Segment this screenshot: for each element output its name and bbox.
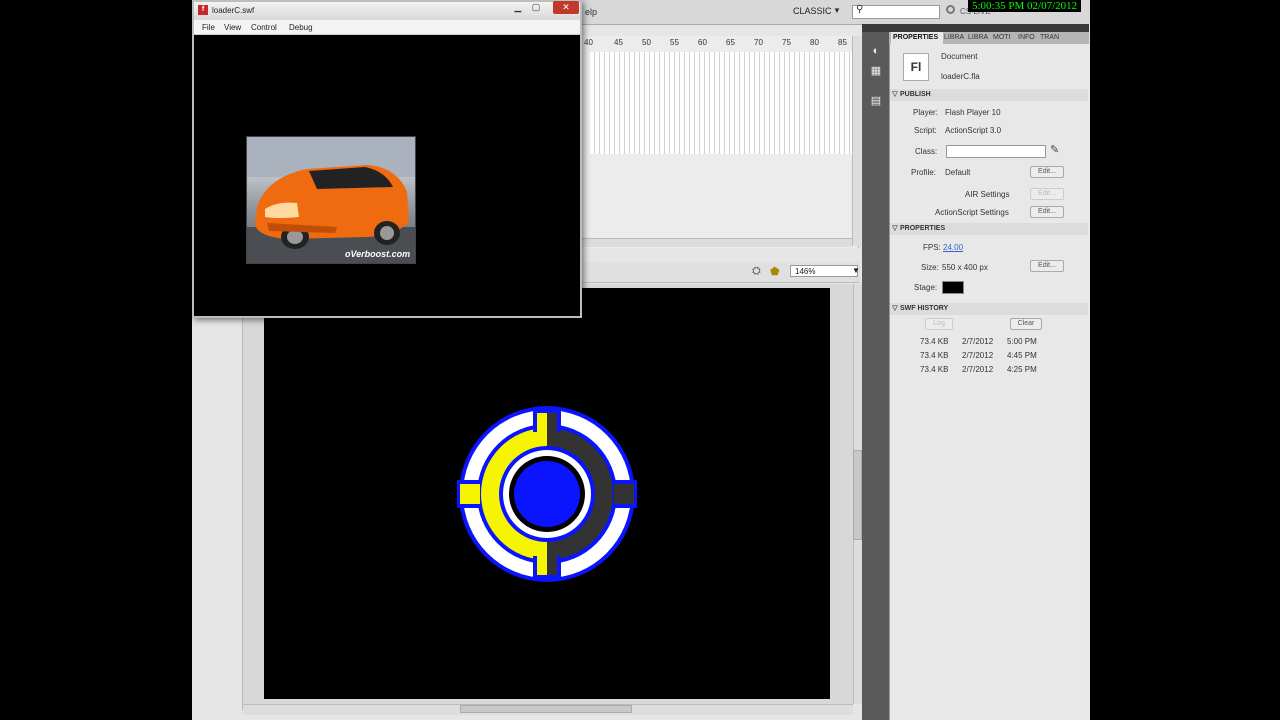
history-size: 73.4 KB — [920, 337, 949, 346]
stage-label: Stage: — [914, 283, 938, 292]
timeline-frames-grid[interactable] — [590, 52, 852, 154]
minimize-icon[interactable]: ▁ — [511, 2, 525, 13]
edit-scene-icon[interactable]: ⬟ — [770, 265, 780, 278]
chevron-down-icon: ▽ — [892, 91, 898, 98]
history-date: 2/7/2012 — [962, 365, 994, 374]
player-value: Flash Player 10 — [945, 108, 1001, 117]
air-settings-edit-button[interactable]: Edit... — [1030, 188, 1064, 200]
document-icon: Fl — [903, 53, 929, 81]
scrollbar-thumb[interactable] — [853, 450, 862, 540]
as-settings-label: ActionScript Settings — [935, 208, 1009, 217]
cs-live-icon[interactable] — [946, 5, 955, 14]
ruler-tick: 75 — [782, 38, 791, 47]
left-gutter — [192, 318, 243, 710]
car-photo — [246, 136, 416, 264]
section-publish[interactable]: ▽ PUBLISH — [890, 89, 1088, 101]
close-icon[interactable]: ✕ — [553, 1, 579, 14]
menu-control[interactable]: Control — [251, 23, 277, 32]
menu-file[interactable]: File — [202, 23, 215, 32]
pencil-icon[interactable]: ✎ — [1050, 143, 1059, 156]
ruler-tick: 60 — [698, 38, 707, 47]
timeline-horizontal-scrollbar[interactable] — [582, 238, 852, 247]
maximize-icon[interactable]: ▢ — [529, 2, 543, 13]
chevron-down-icon[interactable]: ▼ — [852, 266, 860, 275]
doc-type: Document — [941, 52, 978, 61]
tab-transform[interactable]: TRAN — [1038, 32, 1061, 44]
chevron-down-icon: ▽ — [892, 225, 898, 232]
tab-motion[interactable]: MOTI — [991, 32, 1013, 44]
search-icon: ⚲ — [856, 4, 864, 15]
clear-button[interactable]: Clear — [1010, 318, 1042, 330]
log-button[interactable]: Log — [925, 318, 953, 330]
ruler-tick: 70 — [754, 38, 763, 47]
toolstrip-header — [862, 24, 889, 32]
history-time: 5:00 PM — [1007, 337, 1037, 346]
menu-view[interactable]: View — [224, 23, 241, 32]
ruler-tick: 45 — [614, 38, 623, 47]
help-search-input[interactable] — [852, 5, 940, 19]
photo-watermark: oVerboost.com — [345, 249, 411, 259]
doc-name: loaderC.fla — [941, 72, 980, 81]
tab-info[interactable]: INFO — [1016, 32, 1037, 44]
history-time: 4:25 PM — [1007, 365, 1037, 374]
profile-edit-button[interactable]: Edit... — [1030, 166, 1064, 178]
panel-icon-strip — [862, 32, 889, 720]
chevron-down-icon[interactable]: ▼ — [833, 6, 841, 15]
edit-symbol-icon[interactable]: ⛭ — [752, 265, 761, 278]
tab-library-2[interactable]: LIBRA — [966, 32, 990, 44]
ruler-tick: 55 — [670, 38, 679, 47]
zoom-select[interactable]: 146% — [790, 265, 858, 277]
circle-logo-graphic[interactable] — [455, 402, 639, 586]
timeline-ruler: 40 45 50 55 60 65 70 75 80 85 — [582, 38, 852, 50]
panel-header-strip — [889, 24, 1089, 32]
history-size: 73.4 KB — [920, 365, 949, 374]
fps-label: FPS: — [923, 243, 941, 252]
swatches-icon[interactable]: ▦ — [868, 64, 884, 78]
tab-library[interactable]: LIBRA — [942, 32, 966, 44]
swf-window-title: loaderC.swf — [212, 6, 255, 15]
tab-properties[interactable]: PROPERTIES — [891, 32, 943, 44]
air-settings-label: AIR Settings — [965, 190, 1010, 199]
align-icon[interactable]: ▤ — [868, 94, 884, 108]
class-label: Class: — [915, 147, 938, 156]
history-time: 4:45 PM — [1007, 351, 1037, 360]
size-edit-button[interactable]: Edit... — [1030, 260, 1064, 272]
workspace-switcher[interactable]: CLASSIC — [793, 6, 832, 16]
ruler-tick: 50 — [642, 38, 651, 47]
timeline-vertical-scrollbar[interactable] — [852, 36, 861, 246]
as-settings-edit-button[interactable]: Edit... — [1030, 206, 1064, 218]
ruler-tick: 40 — [584, 38, 593, 47]
script-value: ActionScript 3.0 — [945, 126, 1002, 135]
class-input[interactable] — [946, 145, 1046, 158]
profile-value: Default — [945, 168, 971, 177]
ruler-tick: 85 — [838, 38, 847, 47]
ruler-tick: 80 — [810, 38, 819, 47]
fps-value[interactable]: 24.00 — [943, 243, 963, 252]
stage-color-swatch[interactable] — [942, 281, 964, 294]
menu-help[interactable]: elp — [585, 7, 597, 17]
history-date: 2/7/2012 — [962, 351, 994, 360]
section-properties[interactable]: ▽ PROPERTIES — [890, 223, 1088, 235]
player-label: Player: — [913, 108, 938, 117]
profile-label: Profile: — [911, 168, 936, 177]
clock-overlay: 5:00:35 PM 02/07/2012 — [968, 0, 1082, 12]
size-value: 550 x 400 px — [942, 263, 988, 272]
script-label: Script: — [914, 126, 937, 135]
flash-player-icon: f — [198, 5, 208, 15]
color-icon[interactable]: ◐ — [868, 44, 884, 58]
scrollbar-thumb[interactable] — [460, 705, 632, 713]
car-illustration — [247, 137, 415, 263]
ruler-tick: 65 — [726, 38, 735, 47]
chevron-down-icon: ▽ — [892, 305, 898, 312]
history-size: 73.4 KB — [920, 351, 949, 360]
history-date: 2/7/2012 — [962, 337, 994, 346]
menu-debug[interactable]: Debug — [289, 23, 313, 32]
section-swf-history[interactable]: ▽ SWF HISTORY — [890, 303, 1088, 315]
size-label: Size: — [921, 263, 939, 272]
